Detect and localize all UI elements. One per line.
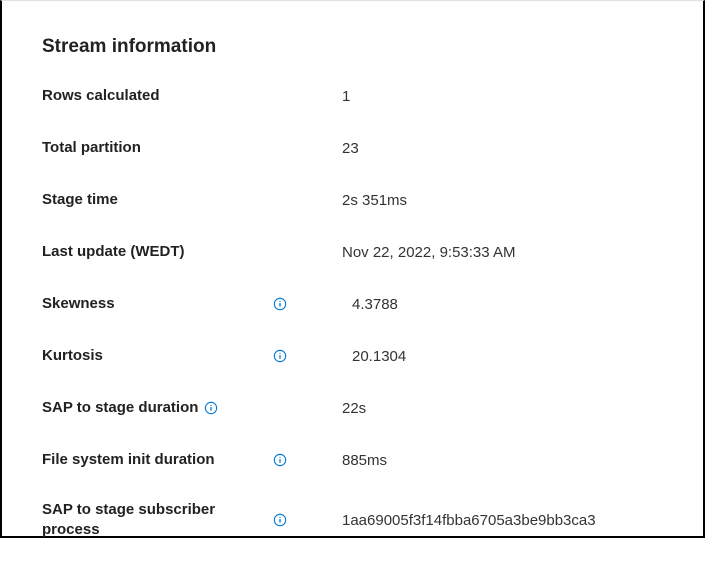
info-icon[interactable] bbox=[273, 297, 287, 311]
row-kurtosis: Kurtosis 20.1304 bbox=[42, 344, 663, 368]
section-title: Stream information bbox=[42, 36, 663, 58]
label-total-partition: Total partition bbox=[42, 138, 141, 158]
label-kurtosis: Kurtosis bbox=[42, 346, 103, 366]
value-stage-time: 2s 351ms bbox=[322, 192, 407, 209]
label-skewness: Skewness bbox=[42, 294, 115, 314]
row-sap-to-stage-duration: SAP to stage duration 22s bbox=[42, 396, 663, 420]
label-file-system-init-duration: File system init duration bbox=[42, 450, 215, 470]
value-rows-calculated: 1 bbox=[322, 88, 350, 105]
value-last-update: Nov 22, 2022, 9:53:33 AM bbox=[322, 244, 515, 261]
info-icon[interactable] bbox=[204, 401, 218, 415]
label-sap-to-stage-subscriber-process: SAP to stage subscriber process bbox=[42, 500, 217, 541]
value-skewness: 4.3788 bbox=[322, 296, 398, 313]
label-sap-to-stage-duration: SAP to stage duration bbox=[42, 398, 198, 418]
info-icon[interactable] bbox=[273, 349, 287, 363]
label-rows-calculated: Rows calculated bbox=[42, 86, 160, 106]
value-file-system-init-duration: 885ms bbox=[322, 452, 387, 469]
value-total-partition: 23 bbox=[322, 140, 359, 157]
row-file-system-init-duration: File system init duration 885ms bbox=[42, 448, 663, 472]
label-last-update: Last update (WEDT) bbox=[42, 242, 185, 262]
info-icon[interactable] bbox=[273, 513, 287, 527]
info-icon[interactable] bbox=[273, 453, 287, 467]
row-rows-calculated: Rows calculated 1 bbox=[42, 84, 663, 108]
value-sap-to-stage-subscriber-process: 1aa69005f3f14fbba6705a3be9bb3ca3 bbox=[322, 512, 596, 529]
row-total-partition: Total partition 23 bbox=[42, 136, 663, 160]
stream-information-panel: Stream information Rows calculated 1 Tot… bbox=[2, 1, 703, 561]
label-stage-time: Stage time bbox=[42, 190, 118, 210]
value-sap-to-stage-duration: 22s bbox=[322, 400, 366, 417]
row-skewness: Skewness 4.3788 bbox=[42, 292, 663, 316]
row-sap-to-stage-subscriber-process: SAP to stage subscriber process 1aa69005… bbox=[42, 500, 663, 541]
value-kurtosis: 20.1304 bbox=[322, 348, 406, 365]
row-stage-time: Stage time 2s 351ms bbox=[42, 188, 663, 212]
row-last-update: Last update (WEDT) Nov 22, 2022, 9:53:33… bbox=[42, 240, 663, 264]
